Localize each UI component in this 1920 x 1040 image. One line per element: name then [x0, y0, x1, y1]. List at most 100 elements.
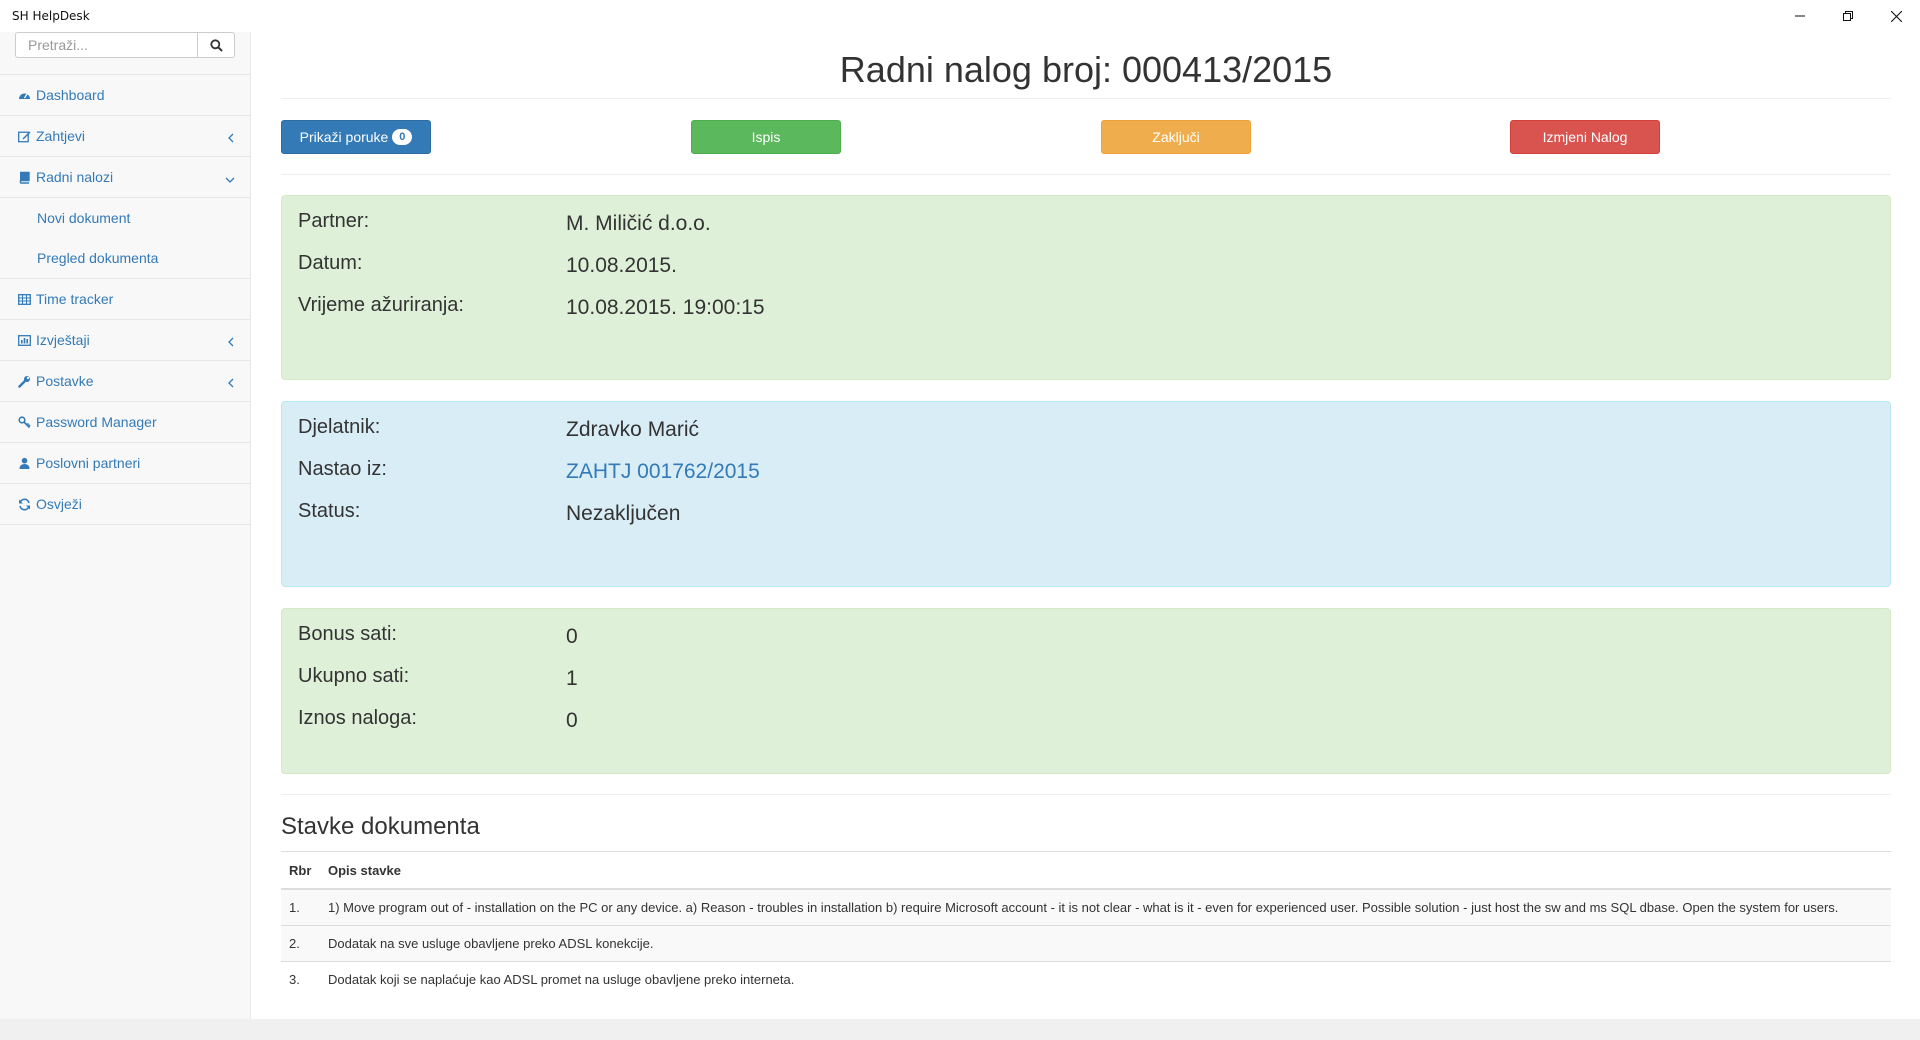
- messages-count-badge: 0: [392, 129, 413, 145]
- items-section-title: Stavke dokumenta: [281, 813, 480, 840]
- search-input[interactable]: [15, 32, 197, 58]
- divider: [281, 174, 1891, 175]
- sidebar-search: [15, 32, 235, 58]
- worker-panel: Djelatnik: Zdravko Marić Nastao iz: ZAHT…: [281, 401, 1891, 587]
- edit-order-label: Izmjeni Nalog: [1542, 129, 1628, 145]
- search-button[interactable]: [197, 32, 235, 58]
- page-title: Radni nalog broj: 000413/2015: [839, 49, 1333, 90]
- updated-value: 10.08.2015. 19:00:15: [566, 296, 765, 319]
- close-window-button[interactable]: [1872, 0, 1920, 32]
- amount-row: Iznos naloga: 0: [298, 707, 1868, 737]
- dashboard-icon: [18, 89, 31, 102]
- bonus-row: Bonus sati: 0: [298, 623, 1868, 653]
- show-messages-button[interactable]: Prikaži poruke 0: [281, 120, 431, 154]
- amount-label: Iznos naloga:: [298, 707, 417, 729]
- origin-row: Nastao iz: ZAHTJ 001762/2015: [298, 458, 1868, 488]
- hours-panel: Bonus sati: 0 Ukupno sati: 1 Iznos nalog…: [281, 608, 1891, 774]
- sidebar-item-password-manager[interactable]: Password Manager: [0, 402, 251, 443]
- sidebar: Dashboard Zahtjevi Radni nalozi Novi dok…: [0, 32, 251, 1019]
- worker-row: Djelatnik: Zdravko Marić: [298, 416, 1868, 446]
- origin-label: Nastao iz:: [298, 458, 387, 480]
- restore-button[interactable]: [1824, 0, 1872, 32]
- title-bar: SH HelpDesk: [0, 0, 1920, 32]
- sidebar-item-dashboard[interactable]: Dashboard: [0, 75, 251, 116]
- chevron-left-icon: [227, 375, 235, 391]
- book-icon: [18, 171, 31, 184]
- column-header-opis: Opis stavke: [320, 851, 1891, 890]
- app-title: SH HelpDesk: [12, 9, 90, 23]
- row-number: 1.: [281, 888, 320, 925]
- table-icon: [18, 293, 31, 306]
- sidebar-item-postavke[interactable]: Postavke: [0, 361, 251, 402]
- bonus-label: Bonus sati:: [298, 623, 397, 645]
- sidebar-item-label: Izvještaji: [36, 332, 90, 348]
- sidebar-item-label: Dashboard: [36, 87, 105, 103]
- show-messages-label: Prikaži poruke: [299, 129, 389, 145]
- sidebar-subitem-label: Pregled dokumenta: [37, 250, 159, 266]
- radni-nalozi-submenu: Novi dokument Pregled dokumenta: [0, 198, 251, 279]
- total-hours-row: Ukupno sati: 1: [298, 665, 1868, 695]
- bonus-value: 0: [566, 625, 578, 648]
- status-value: Nezaključen: [566, 502, 681, 525]
- partner-value: M. Miličić d.o.o.: [566, 212, 711, 235]
- table-row: 2. Dodatak na sve usluge obavljene preko…: [281, 924, 1891, 961]
- table-row: 3. Dodatak koji se naplaćuje kao ADSL pr…: [281, 960, 1891, 997]
- close-icon: [1890, 10, 1902, 22]
- side-nav: Dashboard Zahtjevi Radni nalozi Novi dok…: [0, 74, 251, 525]
- sidebar-item-label: Zahtjevi: [36, 128, 86, 144]
- restore-icon: [1843, 11, 1853, 21]
- sidebar-item-zahtjevi[interactable]: Zahtjevi: [0, 116, 251, 157]
- updated-row: Vrijeme ažuriranja: 10.08.2015. 19:00:15: [298, 294, 1868, 324]
- user-icon: [18, 457, 31, 470]
- row-description: Dodatak na sve usluge obavljene preko AD…: [320, 924, 1891, 961]
- column-header-rbr: Rbr: [281, 851, 320, 890]
- sidebar-item-radni-nalozi[interactable]: Radni nalozi: [0, 157, 251, 198]
- sidebar-item-poslovni-partneri[interactable]: Poslovni partneri: [0, 443, 251, 484]
- sidebar-item-label: Postavke: [36, 373, 94, 389]
- key-icon: [18, 415, 31, 429]
- total-hours-value: 1: [566, 667, 578, 690]
- date-row: Datum: 10.08.2015.: [298, 252, 1868, 282]
- sidebar-item-label: Radni nalozi: [36, 169, 114, 185]
- close-order-button[interactable]: Zaključi: [1101, 120, 1251, 154]
- updated-label: Vrijeme ažuriranja:: [298, 294, 464, 316]
- partner-row: Partner: M. Miličić d.o.o.: [298, 210, 1868, 240]
- table-row: 1. 1) Move program out of - installation…: [281, 888, 1891, 925]
- sidebar-subitem-label: Novi dokument: [37, 210, 131, 226]
- row-number: 2.: [281, 924, 320, 961]
- date-value: 10.08.2015.: [566, 254, 677, 277]
- status-row: Status: Nezaključen: [298, 500, 1868, 530]
- table-header-row: Rbr Opis stavke: [281, 851, 1891, 890]
- wrench-icon: [18, 375, 31, 388]
- search-icon: [209, 38, 223, 52]
- refresh-icon: [18, 497, 31, 511]
- sidebar-item-label: Time tracker: [36, 291, 114, 307]
- sidebar-item-label: Password Manager: [36, 414, 157, 430]
- edit-order-button[interactable]: Izmjeni Nalog: [1510, 120, 1660, 154]
- window-controls: [1776, 0, 1920, 32]
- sidebar-item-time-tracker[interactable]: Time tracker: [0, 279, 251, 320]
- sidebar-subitem-pregled-dokumenta[interactable]: Pregled dokumenta: [0, 238, 251, 278]
- sidebar-item-izvjestaji[interactable]: Izvještaji: [0, 320, 251, 361]
- sidebar-item-label: Osvježi: [36, 496, 82, 512]
- amount-value: 0: [566, 709, 578, 732]
- row-description: 1) Move program out of - installation on…: [320, 888, 1891, 925]
- sidebar-item-label: Poslovni partneri: [36, 455, 141, 471]
- print-button[interactable]: Ispis: [691, 120, 841, 154]
- minimize-button[interactable]: [1776, 0, 1824, 32]
- status-label: Status:: [298, 500, 361, 522]
- row-number: 3.: [281, 960, 320, 997]
- origin-request-link[interactable]: ZAHTJ 001762/2015: [566, 460, 760, 484]
- divider: [281, 794, 1891, 795]
- minimize-icon: [1795, 15, 1805, 17]
- worker-value: Zdravko Marić: [566, 418, 700, 441]
- row-description: Dodatak koji se naplaćuje kao ADSL prome…: [320, 960, 1891, 997]
- window-bottom-edge: [0, 1019, 1920, 1040]
- worker-label: Djelatnik:: [298, 416, 381, 438]
- partner-label: Partner:: [298, 210, 370, 232]
- sidebar-item-osvjezi[interactable]: Osvježi: [0, 484, 251, 525]
- sidebar-subitem-novi-dokument[interactable]: Novi dokument: [0, 198, 251, 238]
- items-table: Rbr Opis stavke 1. 1) Move program out o…: [281, 851, 1891, 997]
- total-hours-label: Ukupno sati:: [298, 665, 410, 687]
- date-label: Datum:: [298, 252, 363, 274]
